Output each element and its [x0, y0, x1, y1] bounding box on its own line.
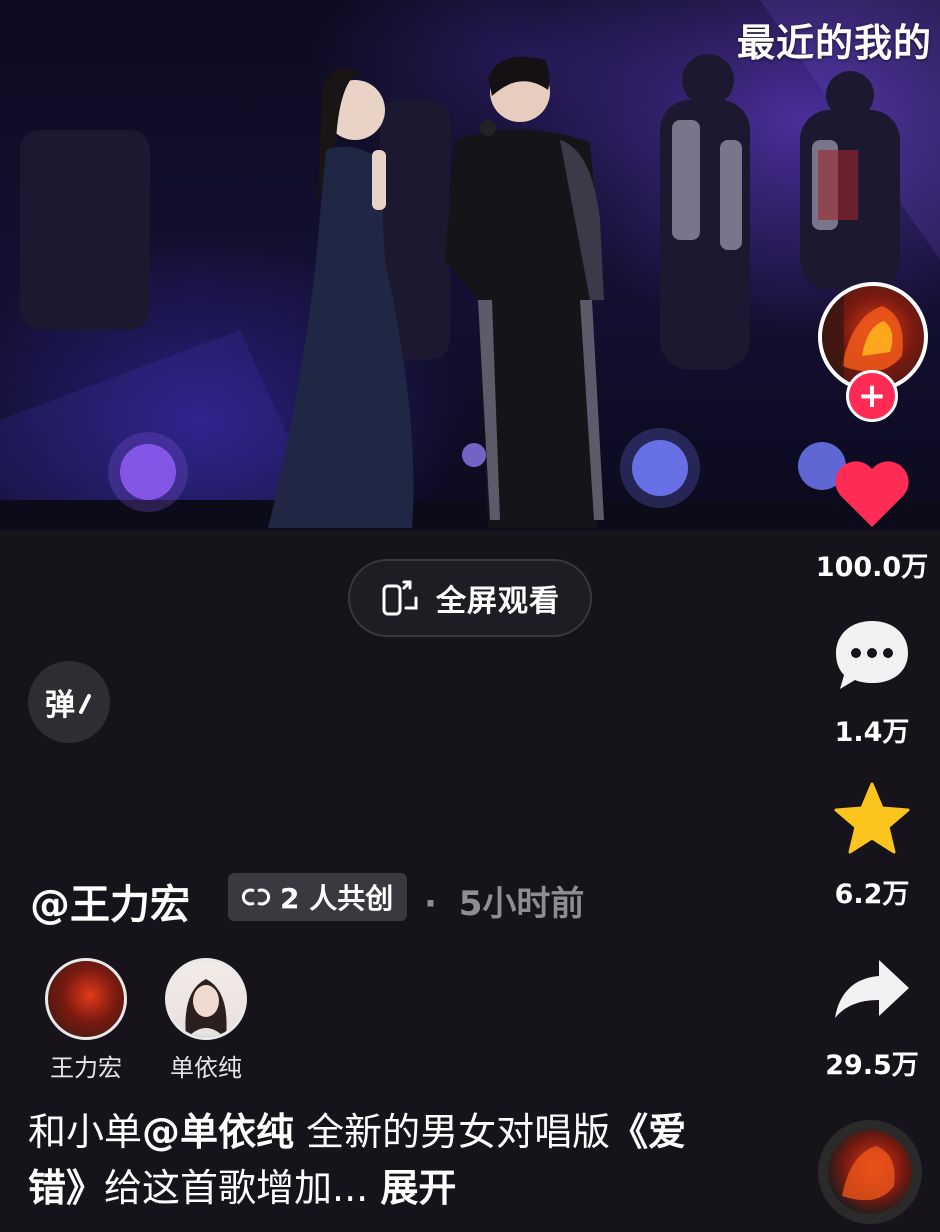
music-disc[interactable]	[818, 1120, 922, 1224]
star-icon	[834, 782, 910, 854]
post-time: · 5小时前	[424, 876, 584, 925]
comment-button[interactable]	[832, 617, 912, 695]
band-jacket-red	[818, 150, 858, 220]
cocreator-item[interactable]: 王力宏	[26, 958, 146, 1083]
favorite-count: 6.2万	[834, 879, 910, 910]
share-button[interactable]	[832, 952, 912, 1026]
stage-spotlight-glow	[108, 432, 188, 512]
music-disc-art	[842, 1146, 895, 1201]
danmaku-toggle[interactable]: 弹	[28, 661, 110, 743]
stage-scene	[0, 0, 940, 530]
fullscreen-icon	[382, 580, 418, 616]
time-text: 5小时前	[458, 884, 585, 924]
plus-icon: +	[857, 376, 887, 416]
avatar	[165, 958, 247, 1040]
link-icon	[241, 888, 271, 906]
favorite-button[interactable]	[832, 780, 912, 856]
caption-suffix: 给这首歌增加...	[104, 1166, 369, 1210]
avatar	[45, 958, 127, 1040]
fullscreen-button[interactable]: 全屏观看	[348, 559, 592, 637]
comment-icon	[836, 621, 908, 689]
slash-icon	[79, 694, 91, 714]
video-player[interactable]: 最近的我的	[0, 0, 940, 530]
caption-prefix: 和小单	[28, 1110, 143, 1154]
time-separator: ·	[424, 884, 437, 924]
cocreate-label: 2 人共创	[280, 882, 394, 915]
cocreator-item[interactable]: 单依纯	[146, 958, 266, 1083]
video-caption: 和小单@单依纯 全新的男女对唱版《爱错》给这首歌增加... 展开	[28, 1104, 718, 1216]
expand-button[interactable]: 展开	[380, 1166, 456, 1210]
video-overlay-title: 最近的我的	[736, 21, 932, 65]
cocreator-name: 单依纯	[170, 1054, 242, 1082]
fullscreen-label: 全屏观看	[436, 584, 560, 619]
stage-spotlight	[462, 443, 486, 467]
caption-mention[interactable]: @单依纯	[142, 1110, 294, 1154]
follow-button[interactable]: +	[846, 370, 898, 422]
like-button[interactable]	[830, 455, 914, 531]
caption-middle: 全新的男女对唱版	[294, 1110, 611, 1154]
danmaku-label: 弹	[45, 688, 75, 723]
cocreator-name: 王力宏	[50, 1054, 122, 1082]
like-count: 100.0万	[815, 552, 929, 583]
comment-count: 1.4万	[834, 717, 910, 748]
share-icon	[835, 960, 909, 1018]
stage-spotlight-glow	[620, 428, 700, 508]
heart-icon	[835, 461, 909, 527]
cocreate-badge[interactable]: 2 人共创	[228, 873, 408, 921]
avatar-portrait	[185, 979, 227, 1037]
author-name[interactable]: @王力宏	[30, 872, 190, 930]
share-count: 29.5万	[825, 1050, 919, 1081]
